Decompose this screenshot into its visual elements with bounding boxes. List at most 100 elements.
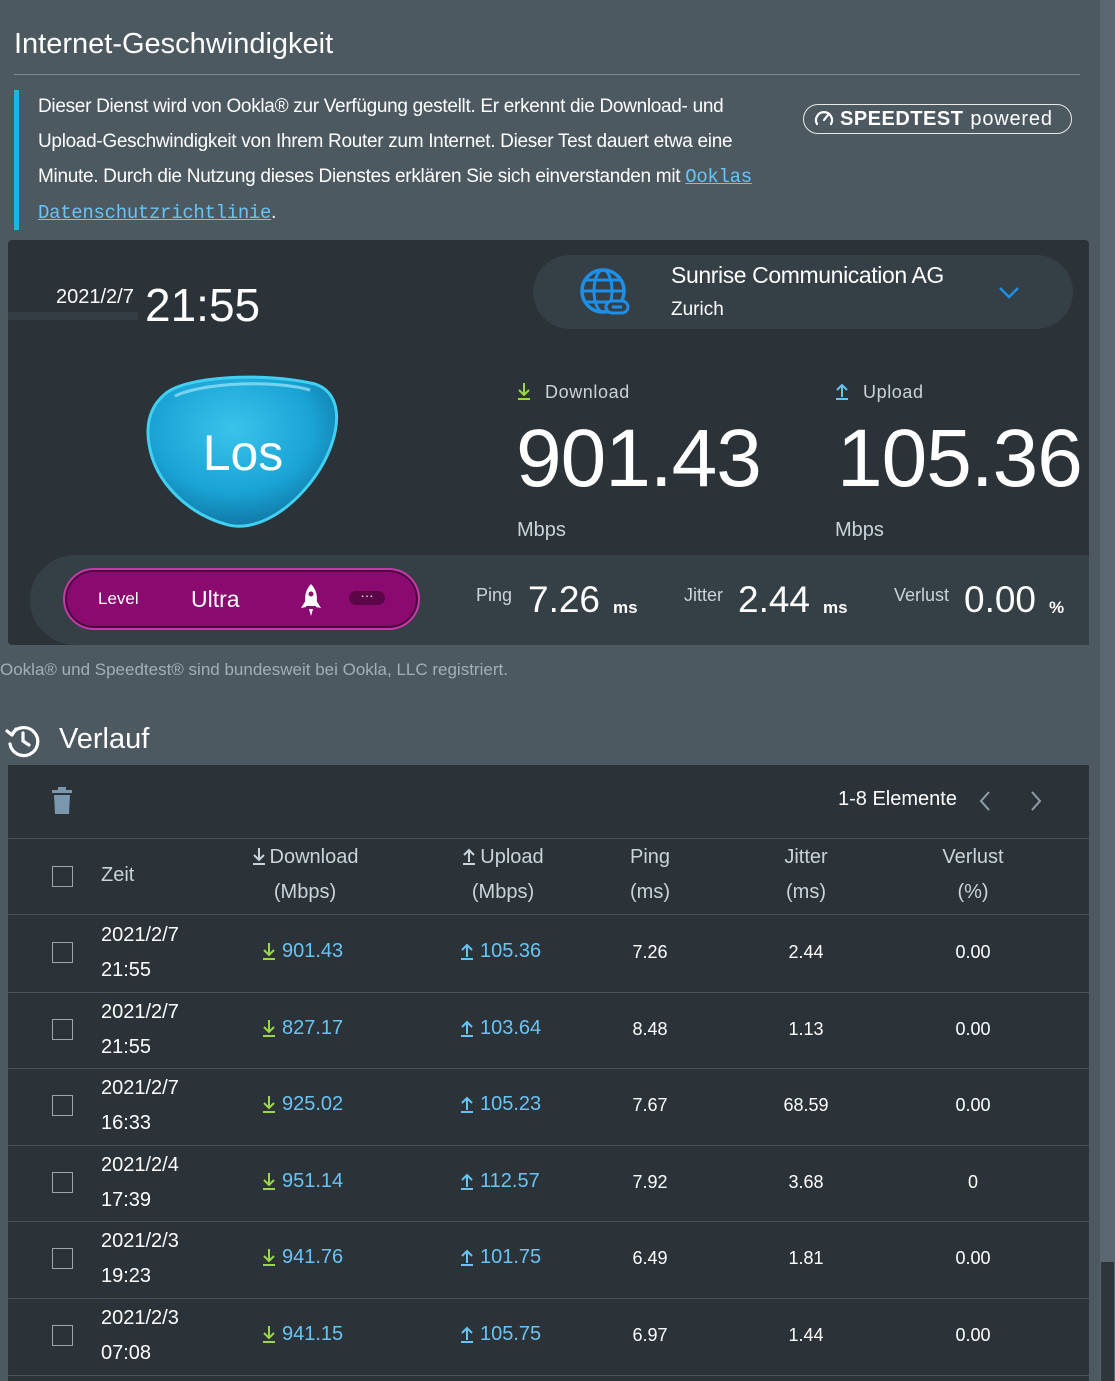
upload-arrow-icon xyxy=(461,1173,473,1190)
speedtest-brand: SPEEDTEST xyxy=(840,107,964,130)
row-loss: 0.00 xyxy=(955,1248,991,1269)
download-arrow-icon xyxy=(263,943,275,960)
row-ping: 6.49 xyxy=(632,1248,668,1269)
row-divider xyxy=(8,1375,1089,1376)
download-value: 901.43 xyxy=(516,413,762,504)
row-checkbox[interactable] xyxy=(52,1018,73,1040)
upload-arrow-icon xyxy=(461,1020,473,1037)
loss-value: 0.00 xyxy=(964,579,1037,620)
loss-unit: % xyxy=(1049,598,1065,617)
col-download: Download (Mbps) xyxy=(235,840,375,910)
row-checkbox[interactable] xyxy=(52,1248,73,1270)
row-date: 2021/2/3 xyxy=(101,1307,179,1329)
row-download[interactable]: 941.15 xyxy=(262,1323,343,1346)
upload-arrow-icon xyxy=(461,1249,473,1267)
row-checkbox[interactable] xyxy=(52,942,73,963)
ping-label: Ping xyxy=(476,585,513,605)
row-download[interactable]: 925.02 xyxy=(262,1093,343,1116)
row-date: 2021/2/7 xyxy=(101,924,179,946)
col-download-label: Download xyxy=(269,846,359,868)
info-description: Dieser Dienst wird von Ookla® zur Verfüg… xyxy=(38,96,733,187)
col-loss: Verlust (%) xyxy=(923,840,1023,910)
row-date: 2021/2/4 xyxy=(101,1153,179,1176)
row-date: 2021/2/7 xyxy=(101,1077,179,1100)
server-name: Sunrise Communication AG xyxy=(671,262,944,288)
globe-link-icon xyxy=(580,268,630,315)
row-jitter: 1.13 xyxy=(788,1018,824,1039)
jitter-unit: ms xyxy=(823,598,848,617)
row-download[interactable]: 827.17 xyxy=(262,1017,343,1040)
row-checkbox[interactable] xyxy=(52,1325,73,1346)
row-upload-value: 112.57 xyxy=(480,1169,540,1192)
select-all-checkbox[interactable] xyxy=(52,866,73,887)
row-ping: 8.48 xyxy=(632,1018,668,1039)
row-upload[interactable]: 105.75 xyxy=(460,1323,541,1346)
row-download[interactable]: 951.14 xyxy=(262,1170,343,1193)
row-checkbox[interactable] xyxy=(52,1095,73,1117)
row-upload[interactable]: 105.36 xyxy=(460,940,541,963)
row-time: 21:55 xyxy=(101,959,152,981)
download-arrow-icon xyxy=(263,1326,275,1343)
download-arrow-icon xyxy=(263,1096,275,1114)
row-date: 2021/2/3 xyxy=(101,1230,179,1253)
upload-arrow-icon xyxy=(461,1326,473,1343)
chevron-left-icon[interactable] xyxy=(977,789,993,813)
row-loss: 0.00 xyxy=(955,1325,991,1345)
upload-arrow-icon xyxy=(461,1096,473,1114)
download-arrow-icon xyxy=(263,1172,275,1190)
level-more-button[interactable]: ··· xyxy=(349,589,385,605)
speedtest-powered-badge: SPEEDTEST powered xyxy=(803,104,1072,134)
row-upload[interactable]: 103.64 xyxy=(460,1017,541,1040)
row-download-value: 925.02 xyxy=(282,1093,344,1116)
row-download[interactable]: 941.76 xyxy=(262,1246,343,1269)
row-date: 2021/2/7 xyxy=(101,1000,179,1023)
trash-icon[interactable] xyxy=(52,787,72,814)
row-upload[interactable]: 105.23 xyxy=(460,1093,541,1116)
server-city: Zurich xyxy=(671,299,724,320)
page-scrollbar-thumb[interactable] xyxy=(1101,1262,1114,1381)
upload-label: Upload xyxy=(835,382,924,403)
col-jitter-label: Jitter xyxy=(784,846,828,868)
info-accent-bar xyxy=(14,90,19,230)
row-checkbox[interactable] xyxy=(52,1171,73,1193)
upload-value: 105.36 xyxy=(837,413,1083,504)
row-upload[interactable]: 101.75 xyxy=(460,1246,541,1269)
row-upload[interactable]: 112.57 xyxy=(460,1170,540,1193)
upload-arrow-icon xyxy=(463,848,476,865)
download-unit: Mbps xyxy=(517,519,566,541)
row-jitter: 1.81 xyxy=(788,1248,824,1269)
download-arrow-icon xyxy=(263,1019,275,1037)
row-download-value: 941.15 xyxy=(282,1323,344,1345)
row-time: 16:33 xyxy=(101,1112,152,1135)
row-download-value: 901.43 xyxy=(282,940,344,962)
ping-unit: ms xyxy=(613,598,638,617)
col-upload-unit: (Mbps) xyxy=(471,881,535,903)
col-jitter-unit: (ms) xyxy=(786,881,826,903)
row-download-value: 951.14 xyxy=(282,1169,344,1192)
row-upload-value: 105.75 xyxy=(480,1323,542,1345)
upload-arrow-icon xyxy=(836,383,848,400)
header-divider xyxy=(8,838,1089,839)
row-loss: 0.00 xyxy=(955,942,991,962)
title-divider xyxy=(14,74,1080,75)
row-jitter: 1.44 xyxy=(788,1325,824,1345)
col-jitter: Jitter (ms) xyxy=(756,840,856,910)
row-loss: 0 xyxy=(967,1171,978,1192)
col-ping: Ping (ms) xyxy=(600,840,700,910)
page-scrollbar[interactable] xyxy=(1100,0,1115,1381)
date-underline xyxy=(8,312,138,320)
row-upload-value: 105.36 xyxy=(480,940,542,962)
row-download-value: 941.76 xyxy=(282,1246,344,1269)
jitter-label: Jitter xyxy=(684,585,724,605)
row-download[interactable]: 901.43 xyxy=(262,940,343,963)
download-arrow-icon xyxy=(263,1249,275,1267)
chevron-down-icon[interactable] xyxy=(996,282,1022,302)
download-label-text: Download xyxy=(545,382,630,402)
chevron-right-icon[interactable] xyxy=(1028,789,1044,813)
upload-label-text: Upload xyxy=(863,382,924,402)
row-jitter: 3.68 xyxy=(788,1171,824,1192)
row-ping: 7.92 xyxy=(632,1171,668,1192)
test-date: 2021/2/7 xyxy=(56,286,134,308)
row-loss: 0.00 xyxy=(955,1095,991,1116)
row-ping: 6.97 xyxy=(632,1325,668,1345)
